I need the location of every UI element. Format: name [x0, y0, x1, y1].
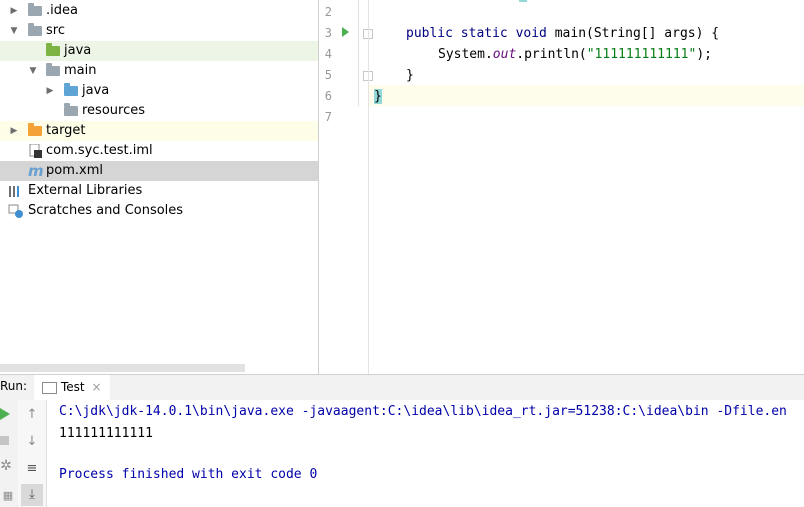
- code-line-5[interactable]: }: [406, 65, 414, 86]
- chevron-down-icon[interactable]: ▼: [27, 61, 39, 81]
- chevron-down-icon[interactable]: ▼: [8, 21, 20, 41]
- arrow-down-icon[interactable]: ↓: [24, 434, 40, 450]
- code-text: System.: [438, 47, 493, 62]
- test-folder-icon: [46, 43, 62, 58]
- caret-line-highlight: [319, 85, 804, 106]
- tree-item-idea[interactable]: ▶ .idea: [0, 1, 318, 21]
- arrow-up-icon[interactable]: ↑: [24, 407, 40, 423]
- run-tool-window-header: Run: Test ×: [0, 374, 804, 401]
- run-gutter-icon[interactable]: [342, 27, 349, 37]
- folder-icon: [46, 63, 62, 78]
- code-field: out: [492, 47, 517, 62]
- code-text: .println(: [516, 47, 587, 62]
- console-toolbar: ↑ ↓ ≡ ⤓: [18, 400, 47, 507]
- console-output[interactable]: C:\jdk\jdk-14.0.1\bin\java.exe -javaagen…: [47, 400, 804, 507]
- code-text: }: [406, 68, 414, 83]
- stop-icon[interactable]: [0, 436, 9, 445]
- tree-item-resources[interactable]: resources: [0, 101, 318, 121]
- close-icon[interactable]: ×: [91, 380, 101, 394]
- scroll-to-end-icon[interactable]: ⤓: [21, 484, 43, 506]
- tree-item-java-test[interactable]: java: [0, 41, 318, 61]
- scratches-icon: [8, 204, 24, 218]
- tree-item-label: External Libraries: [28, 183, 143, 198]
- rerun-icon[interactable]: [0, 408, 10, 420]
- console-exit-line: Process finished with exit code 0: [59, 467, 318, 482]
- tab-test[interactable]: Test ×: [34, 375, 110, 400]
- tree-item-label: java: [64, 43, 92, 58]
- chevron-right-icon[interactable]: ▶: [44, 81, 56, 101]
- tab-label: Test: [61, 380, 85, 394]
- source-folder-icon: [64, 83, 80, 98]
- libraries-icon: [8, 184, 24, 198]
- tree-item-label: target: [46, 123, 86, 138]
- line-number: 7: [324, 110, 332, 124]
- line-number: 4: [324, 47, 332, 61]
- tree-item-scratches[interactable]: Scratches and Consoles: [0, 201, 318, 221]
- horizontal-scrollbar[interactable]: [0, 364, 245, 372]
- soft-wrap-icon[interactable]: ≡: [24, 461, 40, 477]
- indent-guide: [358, 0, 359, 106]
- resources-folder-icon: [64, 103, 80, 118]
- console-command-line: C:\jdk\jdk-14.0.1\bin\java.exe -javaagen…: [59, 404, 787, 419]
- tree-item-pom[interactable]: m pom.xml: [0, 161, 318, 181]
- line-number: 5: [324, 68, 332, 82]
- line-number: 2: [324, 5, 332, 19]
- code-line-6[interactable]: }: [374, 86, 382, 107]
- tree-item-external-libraries[interactable]: External Libraries: [0, 181, 318, 201]
- line-number: 6: [324, 89, 332, 103]
- tree-item-label: java: [82, 83, 110, 98]
- tree-item-iml[interactable]: com.syc.test.iml: [0, 141, 318, 161]
- tree-item-src[interactable]: ▼ src: [0, 21, 318, 41]
- folder-icon: [28, 23, 44, 38]
- tree-item-label: com.syc.test.iml: [46, 143, 153, 158]
- layout-icon[interactable]: ▦: [0, 488, 16, 504]
- tree-item-main[interactable]: ▼ main: [0, 61, 318, 81]
- tree-item-label: Scratches and Consoles: [28, 203, 184, 218]
- tree-item-label: pom.xml: [46, 163, 103, 178]
- iml-file-icon: [28, 143, 44, 158]
- run-label: Run:: [0, 379, 28, 393]
- code-method: main: [554, 26, 587, 41]
- excluded-folder-icon: [28, 123, 44, 138]
- console-output-line: 111111111111: [59, 426, 153, 441]
- tree-item-label: resources: [82, 103, 146, 118]
- brace-match-marker: [519, 0, 527, 2]
- code-brace: }: [374, 89, 382, 104]
- tree-item-label: main: [64, 63, 97, 78]
- code-line-4[interactable]: System.out.println("111111111111");: [438, 44, 712, 65]
- console-icon: [42, 381, 57, 394]
- code-text: (String[] args) {: [586, 26, 720, 41]
- code-keyword: public static void: [406, 26, 555, 41]
- code-string: "111111111111": [586, 47, 697, 62]
- tree-item-java-main[interactable]: ▶ java: [0, 81, 318, 101]
- line-number: 3: [324, 26, 332, 40]
- chevron-right-icon[interactable]: ▶: [8, 121, 20, 141]
- gutter-divider: [368, 0, 369, 374]
- code-line-3[interactable]: public static void main(String[] args) {: [406, 23, 719, 44]
- run-toolbar: ✲ ▦: [0, 400, 18, 507]
- editor-gutter: 2 3 4 5 6 7: [319, 0, 373, 374]
- chevron-right-icon[interactable]: ▶: [8, 1, 20, 21]
- folder-icon: [28, 3, 44, 18]
- gear-icon[interactable]: ✲: [0, 458, 14, 474]
- code-text: );: [696, 47, 712, 62]
- project-tool-window: ▶ .idea ▼ src java ▼ main ▶ java resourc…: [0, 0, 318, 374]
- tree-item-label: src: [46, 23, 65, 38]
- tree-item-label: .idea: [46, 3, 78, 18]
- tree-item-target[interactable]: ▶ target: [0, 121, 318, 141]
- code-editor[interactable]: 2 3 4 5 6 7 public static void main(Stri…: [319, 0, 804, 374]
- maven-icon: m: [28, 162, 44, 180]
